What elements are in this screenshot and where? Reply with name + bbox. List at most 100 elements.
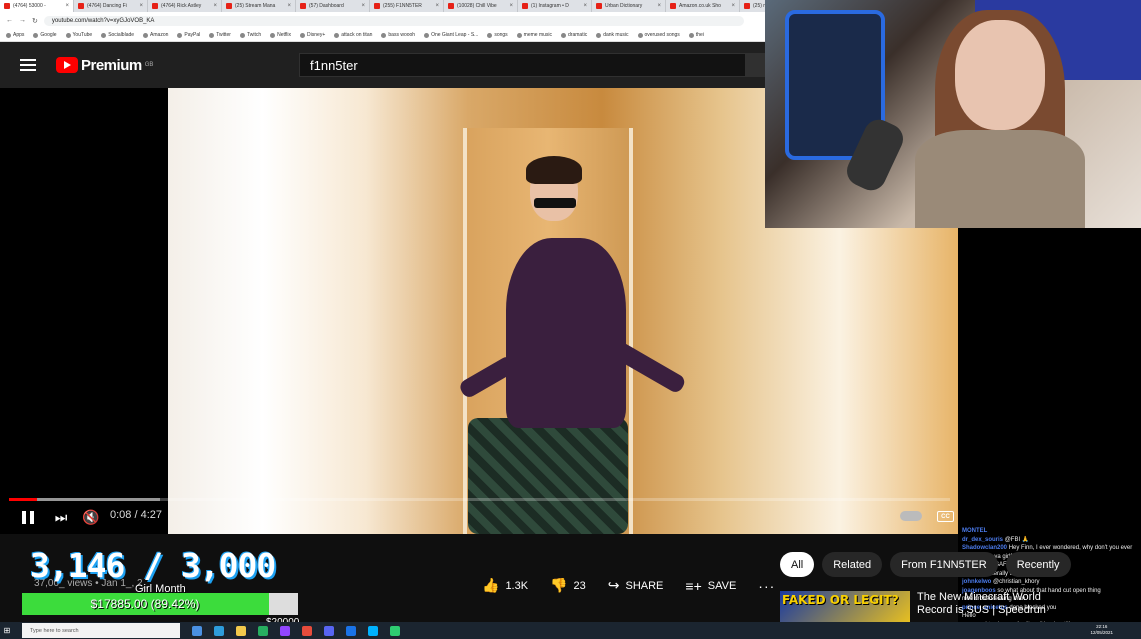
close-tab-icon[interactable]: ×	[435, 3, 439, 9]
bookmark-item[interactable]: Google	[33, 32, 57, 38]
bookmark-item[interactable]: Netflix	[270, 32, 291, 38]
bookmark-label: Twitter	[216, 32, 231, 38]
twitch-icon[interactable]	[280, 625, 290, 636]
close-tab-icon[interactable]: ×	[139, 3, 143, 9]
close-tab-icon[interactable]: ×	[509, 3, 513, 9]
edge-icon[interactable]	[214, 625, 224, 636]
bookmark-label: Apps	[13, 32, 25, 38]
browser-tab[interactable]: (1) Instagram • D ×	[518, 0, 592, 12]
like-button[interactable]: 👍 1.3K	[482, 577, 528, 594]
browser-tab[interactable]: (10028) Chill Vibe ×	[444, 0, 518, 12]
share-button[interactable]: ↪ SHARE	[608, 577, 664, 594]
url-field[interactable]: youtube.com/watch?v=xyGJoVOB_KA	[43, 15, 744, 26]
chat-text: @christian_khory	[993, 579, 1040, 585]
tab-favicon-icon	[152, 3, 158, 9]
more-options-icon[interactable]: ···	[758, 578, 775, 594]
windows-start-icon[interactable]: ⊞	[0, 622, 14, 639]
close-tab-icon[interactable]: ×	[65, 3, 69, 9]
forward-icon[interactable]: →	[19, 17, 26, 24]
browser-tab[interactable]: (4764) Dancing Fi ×	[74, 0, 148, 12]
bookmark-item[interactable]: Socialblade	[101, 32, 134, 38]
bookmark-icon	[516, 32, 522, 38]
bookmark-item[interactable]: PayPal	[177, 32, 200, 38]
bookmark-item[interactable]: thei	[688, 32, 704, 38]
bookmark-item[interactable]: Amazon	[143, 32, 168, 38]
bookmark-item[interactable]: attack on titan	[334, 32, 372, 38]
search-button[interactable]	[746, 53, 765, 77]
browser-tab[interactable]: Amazon.co.uk Sho ×	[666, 0, 740, 12]
logo-text: Premium	[81, 56, 142, 74]
autoplay-toggle[interactable]	[900, 511, 922, 521]
recommendation-thumbnail[interactable]: FAKED OR LEGIT?	[780, 591, 910, 623]
browser-tab[interactable]: (255) F1NN5TER ×	[370, 0, 444, 12]
bookmark-item[interactable]: overused songs	[637, 32, 680, 38]
bookmark-item[interactable]: dramatic	[561, 32, 587, 38]
bookmark-label: overused songs	[644, 32, 680, 38]
filter-chip[interactable]: Recently	[1005, 552, 1071, 577]
youtube-premium-logo[interactable]: Premium GB	[56, 57, 153, 74]
filter-chip[interactable]: All	[780, 552, 815, 577]
bookmark-label: bass woooh	[388, 32, 416, 38]
next-icon[interactable]: ⏭	[52, 507, 70, 527]
search-input[interactable]: f1nn5ter	[299, 53, 746, 77]
bookmark-item[interactable]: Apps	[6, 32, 24, 38]
task-view-icon[interactable]	[192, 625, 202, 636]
app-icon[interactable]	[346, 625, 356, 636]
bookmark-item[interactable]: Disney+	[300, 32, 325, 38]
bookmark-item[interactable]: meme music	[516, 32, 553, 38]
bookmark-icon	[209, 32, 215, 38]
bookmark-label: PayPal	[184, 32, 201, 38]
close-tab-icon[interactable]: ×	[731, 3, 735, 9]
browser-tab[interactable]: (25) Stream Mana ×	[222, 0, 296, 12]
browser-tab[interactable]: (25) m×	[740, 0, 765, 12]
taskbar-clock[interactable]: 22:16 12/05/2021	[1090, 624, 1113, 636]
bookmark-icon	[239, 32, 245, 38]
hamburger-menu-icon[interactable]	[20, 59, 36, 71]
spotify-icon[interactable]	[258, 625, 268, 636]
browser-tab[interactable]: (4764) Rick Astley ×	[148, 0, 222, 12]
close-tab-icon[interactable]: ×	[213, 3, 217, 9]
close-tab-icon[interactable]: ×	[583, 3, 587, 9]
chat-username: dr_dex_souris	[962, 536, 1004, 543]
bookmark-item[interactable]: Twitch	[239, 32, 261, 38]
recommendation-title[interactable]: The New Minecraft World Record is SUS | …	[917, 591, 1047, 617]
muted-volume-icon[interactable]: 🔇	[82, 507, 100, 527]
chrome-icon[interactable]	[302, 625, 312, 636]
bookmark-label: meme music	[523, 32, 553, 38]
bookmarks-bar: Apps Google YouTube Socialblade Amazon PayPal…	[0, 29, 765, 42]
tab-label: (1) Instagram • D	[531, 3, 569, 9]
youtube-play-icon	[56, 57, 78, 73]
back-icon[interactable]: ←	[6, 17, 13, 24]
close-tab-icon[interactable]: ×	[657, 3, 661, 9]
bookmark-item[interactable]: dank music	[596, 32, 629, 38]
filter-chip[interactable]: From F1NN5TER	[890, 552, 998, 577]
file-explorer-icon[interactable]	[236, 625, 246, 636]
chat-username: johnkelwo	[962, 579, 992, 585]
browser-tab[interactable]: Urban Dictionary ×	[592, 0, 666, 12]
youtube-header: Premium GB f1nn5ter	[0, 42, 765, 88]
tab-favicon-icon	[744, 3, 750, 9]
photoshop-icon[interactable]	[368, 625, 378, 636]
discord-icon[interactable]	[324, 625, 334, 636]
dislike-button[interactable]: 👎 23	[550, 577, 586, 594]
webcam-streamer-body	[915, 130, 1085, 228]
bookmark-item[interactable]: bass woooh	[381, 32, 415, 38]
reload-icon[interactable]: ↻	[32, 17, 38, 25]
bookmark-icon	[270, 32, 276, 38]
bookmark-item[interactable]: One Giant Leap - S...	[424, 32, 478, 38]
filter-chip[interactable]: Related	[822, 552, 883, 577]
tab-label: (25) m	[753, 3, 765, 9]
bookmark-item[interactable]: YouTube	[65, 32, 92, 38]
bookmark-item[interactable]: Twitter	[209, 32, 231, 38]
close-tab-icon[interactable]: ×	[361, 3, 365, 9]
pause-button[interactable]	[18, 507, 38, 527]
save-button[interactable]: ≡+ SAVE	[685, 578, 736, 594]
bookmark-icon	[33, 32, 39, 38]
browser-tab[interactable]: (57) Dashboard ×	[296, 0, 370, 12]
obs-icon[interactable]	[390, 625, 400, 636]
taskbar-search-input[interactable]: Type here to search	[22, 623, 180, 638]
bookmark-item[interactable]: songs	[487, 32, 508, 38]
browser-tab[interactable]: (4764) 53000 - ×	[0, 0, 74, 12]
captions-button[interactable]: CC	[937, 511, 954, 522]
close-tab-icon[interactable]: ×	[287, 3, 291, 9]
